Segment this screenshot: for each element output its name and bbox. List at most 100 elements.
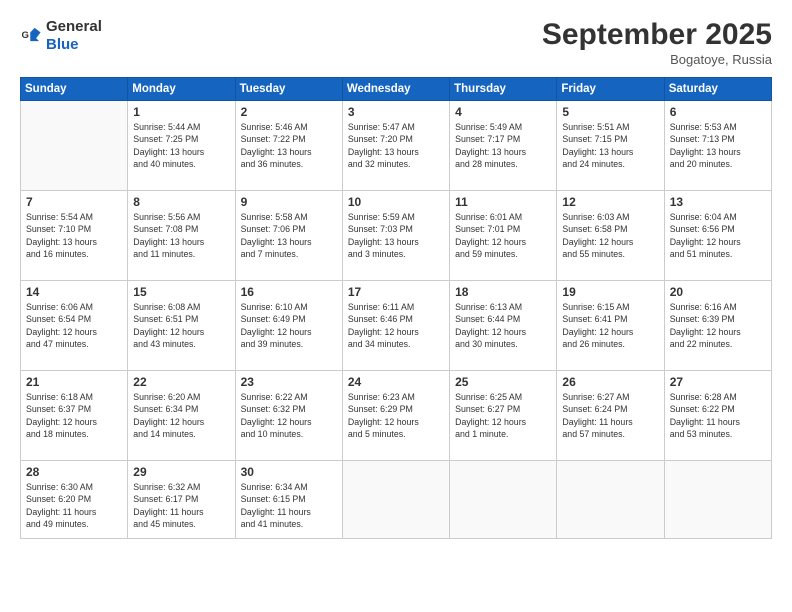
day-number: 11 <box>455 195 551 209</box>
calendar-cell: 23 Sunrise: 6:22 AM Sunset: 6:32 PM Dayli… <box>235 371 342 461</box>
weekday-header-tuesday: Tuesday <box>235 78 342 101</box>
week-row-2: 7Sunrise: 5:54 AM Sunset: 7:10 PM Daylig… <box>21 191 772 281</box>
day-info: Sunrise: 6:28 AM Sunset: 6:22 PM Dayligh… <box>670 391 766 440</box>
day-info: Sunrise: 6:08 AM Sunset: 6:51 PM Dayligh… <box>133 301 229 350</box>
calendar-cell: 18 Sunrise: 6:13 AM Sunset: 6:44 PM Dayli… <box>450 281 557 371</box>
day-number: 12 <box>562 195 658 209</box>
calendar-cell: 8 Sunrise: 5:56 AM Sunset: 7:08 PM Daylig… <box>128 191 235 281</box>
weekday-header-thursday: Thursday <box>450 78 557 101</box>
location: Bogatoye, Russia <box>542 52 772 67</box>
logo-icon: G <box>20 25 42 47</box>
week-row-1: 1Sunrise: 5:44 AM Sunset: 7:25 PM Daylig… <box>21 101 772 191</box>
week-row-3: 14Sunrise: 6:06 AM Sunset: 6:54 PM Dayli… <box>21 281 772 371</box>
calendar-cell: 9Sunrise: 5:58 AM Sunset: 7:06 PM Daylig… <box>235 191 342 281</box>
calendar-cell: 5 Sunrise: 5:51 AM Sunset: 7:15 PM Daylig… <box>557 101 664 191</box>
day-info: Sunrise: 5:51 AM Sunset: 7:15 PM Dayligh… <box>562 121 658 170</box>
day-number: 20 <box>670 285 766 299</box>
day-number: 16 <box>241 285 337 299</box>
calendar-cell: 21Sunrise: 6:18 AM Sunset: 6:37 PM Dayli… <box>21 371 128 461</box>
logo-blue: Blue <box>46 36 79 53</box>
calendar-cell: 28 Sunrise: 6:30 AM Sunset: 6:20 PM Dayli… <box>21 461 128 539</box>
day-number: 26 <box>562 375 658 389</box>
day-number: 21 <box>26 375 122 389</box>
calendar-cell: 15Sunrise: 6:08 AM Sunset: 6:51 PM Dayli… <box>128 281 235 371</box>
calendar-cell: 27Sunrise: 6:28 AM Sunset: 6:22 PM Dayli… <box>664 371 771 461</box>
day-info: Sunrise: 5:56 AM Sunset: 7:08 PM Dayligh… <box>133 211 229 260</box>
calendar-cell: 12 Sunrise: 6:03 AM Sunset: 6:58 PM Dayli… <box>557 191 664 281</box>
svg-text:G: G <box>21 30 28 41</box>
calendar-cell: 25 Sunrise: 6:25 AM Sunset: 6:27 PM Dayli… <box>450 371 557 461</box>
calendar-cell: 1Sunrise: 5:44 AM Sunset: 7:25 PM Daylig… <box>128 101 235 191</box>
day-info: Sunrise: 5:59 AM Sunset: 7:03 PM Dayligh… <box>348 211 444 260</box>
day-number: 22 <box>133 375 229 389</box>
day-info: Sunrise: 6:25 AM Sunset: 6:27 PM Dayligh… <box>455 391 551 440</box>
day-number: 6 <box>670 105 766 119</box>
calendar-cell <box>342 461 449 539</box>
weekday-header-sunday: Sunday <box>21 78 128 101</box>
calendar-cell: 10 Sunrise: 5:59 AM Sunset: 7:03 PM Dayli… <box>342 191 449 281</box>
calendar-cell: 4Sunrise: 5:49 AM Sunset: 7:17 PM Daylig… <box>450 101 557 191</box>
logo: G General Blue <box>20 18 102 54</box>
calendar-cell: 17Sunrise: 6:11 AM Sunset: 6:46 PM Dayli… <box>342 281 449 371</box>
day-info: Sunrise: 5:46 AM Sunset: 7:22 PM Dayligh… <box>241 121 337 170</box>
day-info: Sunrise: 6:34 AM Sunset: 6:15 PM Dayligh… <box>241 481 337 530</box>
day-number: 5 <box>562 105 658 119</box>
weekday-header-wednesday: Wednesday <box>342 78 449 101</box>
day-info: Sunrise: 5:44 AM Sunset: 7:25 PM Dayligh… <box>133 121 229 170</box>
weekday-header-saturday: Saturday <box>664 78 771 101</box>
day-info: Sunrise: 6:30 AM Sunset: 6:20 PM Dayligh… <box>26 481 122 530</box>
calendar-cell: 26 Sunrise: 6:27 AM Sunset: 6:24 PM Dayli… <box>557 371 664 461</box>
day-info: Sunrise: 6:13 AM Sunset: 6:44 PM Dayligh… <box>455 301 551 350</box>
calendar-cell <box>557 461 664 539</box>
day-number: 28 <box>26 465 122 479</box>
day-number: 29 <box>133 465 229 479</box>
week-row-5: 28 Sunrise: 6:30 AM Sunset: 6:20 PM Dayli… <box>21 461 772 539</box>
weekday-header-row: SundayMondayTuesdayWednesdayThursdayFrid… <box>21 78 772 101</box>
calendar-cell: 6 Sunrise: 5:53 AM Sunset: 7:13 PM Daylig… <box>664 101 771 191</box>
calendar-cell <box>450 461 557 539</box>
day-info: Sunrise: 6:27 AM Sunset: 6:24 PM Dayligh… <box>562 391 658 440</box>
weekday-header-monday: Monday <box>128 78 235 101</box>
day-info: Sunrise: 5:54 AM Sunset: 7:10 PM Dayligh… <box>26 211 122 260</box>
calendar-cell: 14Sunrise: 6:06 AM Sunset: 6:54 PM Dayli… <box>21 281 128 371</box>
calendar-cell <box>664 461 771 539</box>
day-number: 30 <box>241 465 337 479</box>
day-number: 17 <box>348 285 444 299</box>
day-info: Sunrise: 6:01 AM Sunset: 7:01 PM Dayligh… <box>455 211 551 260</box>
calendar-table: SundayMondayTuesdayWednesdayThursdayFrid… <box>20 77 772 539</box>
day-info: Sunrise: 5:47 AM Sunset: 7:20 PM Dayligh… <box>348 121 444 170</box>
day-info: Sunrise: 5:53 AM Sunset: 7:13 PM Dayligh… <box>670 121 766 170</box>
day-number: 10 <box>348 195 444 209</box>
title-block: September 2025 Bogatoye, Russia <box>542 18 772 67</box>
day-info: Sunrise: 6:10 AM Sunset: 6:49 PM Dayligh… <box>241 301 337 350</box>
day-number: 13 <box>670 195 766 209</box>
day-info: Sunrise: 5:49 AM Sunset: 7:17 PM Dayligh… <box>455 121 551 170</box>
calendar-cell: 22Sunrise: 6:20 AM Sunset: 6:34 PM Dayli… <box>128 371 235 461</box>
day-number: 2 <box>241 105 337 119</box>
day-info: Sunrise: 6:03 AM Sunset: 6:58 PM Dayligh… <box>562 211 658 260</box>
day-info: Sunrise: 5:58 AM Sunset: 7:06 PM Dayligh… <box>241 211 337 260</box>
calendar-cell <box>21 101 128 191</box>
calendar-cell: 7Sunrise: 5:54 AM Sunset: 7:10 PM Daylig… <box>21 191 128 281</box>
calendar-cell: 13Sunrise: 6:04 AM Sunset: 6:56 PM Dayli… <box>664 191 771 281</box>
day-info: Sunrise: 6:16 AM Sunset: 6:39 PM Dayligh… <box>670 301 766 350</box>
day-number: 24 <box>348 375 444 389</box>
calendar-cell: 3Sunrise: 5:47 AM Sunset: 7:20 PM Daylig… <box>342 101 449 191</box>
day-info: Sunrise: 6:15 AM Sunset: 6:41 PM Dayligh… <box>562 301 658 350</box>
calendar-cell: 11 Sunrise: 6:01 AM Sunset: 7:01 PM Dayli… <box>450 191 557 281</box>
day-info: Sunrise: 6:06 AM Sunset: 6:54 PM Dayligh… <box>26 301 122 350</box>
calendar-cell: 20 Sunrise: 6:16 AM Sunset: 6:39 PM Dayli… <box>664 281 771 371</box>
day-number: 25 <box>455 375 551 389</box>
calendar-cell: 24Sunrise: 6:23 AM Sunset: 6:29 PM Dayli… <box>342 371 449 461</box>
month-title: September 2025 <box>542 18 772 52</box>
page-header: G General Blue September 2025 Bogatoye, … <box>20 18 772 67</box>
day-number: 18 <box>455 285 551 299</box>
calendar-cell: 29 Sunrise: 6:32 AM Sunset: 6:17 PM Dayli… <box>128 461 235 539</box>
calendar-cell: 16 Sunrise: 6:10 AM Sunset: 6:49 PM Dayli… <box>235 281 342 371</box>
day-info: Sunrise: 6:32 AM Sunset: 6:17 PM Dayligh… <box>133 481 229 530</box>
day-number: 8 <box>133 195 229 209</box>
calendar-cell: 19Sunrise: 6:15 AM Sunset: 6:41 PM Dayli… <box>557 281 664 371</box>
day-number: 23 <box>241 375 337 389</box>
day-info: Sunrise: 6:22 AM Sunset: 6:32 PM Dayligh… <box>241 391 337 440</box>
weekday-header-friday: Friday <box>557 78 664 101</box>
